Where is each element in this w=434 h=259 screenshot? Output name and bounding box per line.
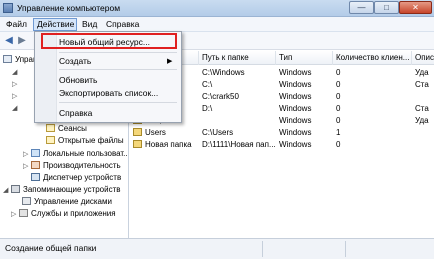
status-divider [345, 241, 346, 257]
services-icon [19, 209, 28, 217]
window-title: Управление компьютером [17, 3, 121, 13]
menu-item-refresh[interactable]: Обновить [59, 74, 98, 86]
title-bar: Управление компьютером — □ ✕ [0, 0, 434, 17]
tree-item-performance[interactable]: ▷ Производительность [23, 160, 121, 172]
menu-view[interactable]: Вид [79, 18, 100, 31]
tree-item-label: Службы и приложения [31, 209, 116, 218]
collapse-icon[interactable]: ◢ [3, 185, 11, 197]
clients-cell: 0 [336, 104, 341, 113]
table-row[interactable]: Users C:\Users Windows 1 [130, 127, 434, 139]
type-cell: Windows [279, 80, 312, 89]
clients-cell: 0 [336, 92, 341, 101]
status-text: Создание общей папки [5, 243, 97, 253]
maximize-button[interactable]: □ [374, 1, 399, 14]
type-cell: Windows [279, 68, 312, 77]
tree-item-device-manager[interactable]: Диспетчер устройств [31, 172, 121, 184]
column-header-type[interactable]: Тип [276, 51, 333, 65]
path-cell: C:\crark50 [202, 92, 239, 101]
tree-item-hidden-3[interactable]: ▷ [12, 90, 20, 102]
menu-file[interactable]: Файл [3, 18, 30, 31]
tree-item-label: Сеансы [58, 124, 87, 133]
column-header-path[interactable]: Путь к папке [199, 51, 276, 65]
action-dropdown-menu: Новый общий ресурс... Создать ▶ Обновить… [34, 31, 182, 123]
type-cell: Windows [279, 128, 312, 137]
tree-item-services[interactable]: ▷ Службы и приложения [11, 208, 116, 220]
storage-icon [11, 185, 20, 193]
shared-folder-icon [133, 128, 142, 136]
shared-folder-icon [133, 140, 142, 148]
menu-separator [59, 52, 177, 53]
menu-item-export-list[interactable]: Экспортировать список... [59, 87, 158, 99]
sessions-icon [46, 124, 55, 132]
forward-arrow-icon[interactable]: ▶ [16, 35, 28, 47]
tree-item-label: Локальные пользоват... [43, 149, 129, 158]
table-row[interactable]: Новая папка D:\1111\Новая пап... Windows… [130, 139, 434, 151]
computer-icon [3, 55, 12, 63]
type-cell: Windows [279, 92, 312, 101]
status-bar: Создание общей папки [0, 238, 434, 259]
menu-action[interactable]: Действие [33, 18, 77, 31]
tree-item-label: Производительность [43, 161, 121, 170]
description-cell [412, 127, 434, 139]
tree-item-open-files[interactable]: Открытые файлы [46, 135, 124, 147]
type-cell: Windows [279, 116, 312, 125]
close-button[interactable]: ✕ [399, 1, 432, 14]
column-header-clients[interactable]: Количество клиен... [333, 51, 412, 65]
path-cell: C:\ [202, 80, 213, 89]
menu-item-create[interactable]: Создать [59, 55, 91, 67]
menu-help[interactable]: Справка [103, 18, 142, 31]
description-cell: Ста [415, 80, 429, 89]
tree-item-sessions[interactable]: Сеансы [46, 123, 87, 135]
device-manager-icon [31, 173, 40, 181]
description-cell: Уда [415, 68, 429, 77]
tree-item-storage[interactable]: ◢ Запоминающие устройств [3, 184, 120, 196]
back-arrow-icon[interactable]: ◀ [3, 35, 15, 47]
clients-cell: 0 [336, 116, 341, 125]
expand-icon[interactable]: ▷ [23, 161, 31, 173]
tree-item-hidden-4[interactable]: ◢ [12, 102, 20, 114]
performance-icon [31, 161, 40, 169]
description-cell: Уда [415, 116, 429, 125]
open-files-icon [46, 136, 55, 144]
path-cell [199, 115, 276, 127]
description-cell: Ста [415, 104, 429, 113]
description-cell [412, 139, 434, 151]
type-cell: Windows [279, 104, 312, 113]
tree-item-label: Управление дисками [34, 197, 112, 206]
clients-cell: 0 [336, 80, 341, 89]
submenu-arrow-icon: ▶ [167, 58, 173, 65]
type-cell: Windows [279, 140, 312, 149]
share-name-cell: Новая папка [130, 139, 199, 151]
menu-bar: Файл Действие Вид Справка [0, 17, 434, 32]
users-icon [31, 149, 40, 157]
tree-item-label: Запоминающие устройств [23, 185, 121, 194]
menu-separator [59, 69, 177, 70]
minimize-button[interactable]: — [349, 1, 374, 14]
expand-icon[interactable]: ▷ [11, 209, 19, 221]
status-divider [262, 241, 263, 257]
tree-item-label: Открытые файлы [58, 136, 124, 145]
tree-item-hidden-2[interactable]: ▷ [12, 78, 20, 90]
tree-item-disk-management[interactable]: Управление дисками [22, 196, 112, 208]
share-name-cell: Users [130, 127, 199, 139]
collapse-icon[interactable]: ◢ [12, 103, 20, 115]
clients-cell: 0 [336, 140, 341, 149]
clients-cell: 1 [336, 128, 341, 137]
clients-cell: 0 [336, 68, 341, 77]
menu-item-new-share[interactable]: Новый общий ресурс... [59, 36, 150, 48]
tree-item-hidden-1[interactable]: ◢ [12, 66, 20, 78]
path-cell: C:\Users [202, 128, 234, 137]
path-cell: C:\Windows [202, 68, 245, 77]
menu-separator [59, 102, 177, 103]
column-header-description[interactable]: Опис [412, 51, 434, 65]
disk-icon [22, 197, 31, 205]
computer-management-icon [3, 3, 13, 13]
tree-item-local-users[interactable]: ▷ Локальные пользоват... [23, 148, 129, 160]
path-cell: D:\1111\Новая пап... [202, 140, 276, 149]
tree-item-label: Диспетчер устройств [43, 173, 122, 182]
description-cell [412, 91, 434, 103]
path-cell: D:\ [202, 104, 213, 113]
menu-item-help[interactable]: Справка [59, 107, 92, 119]
